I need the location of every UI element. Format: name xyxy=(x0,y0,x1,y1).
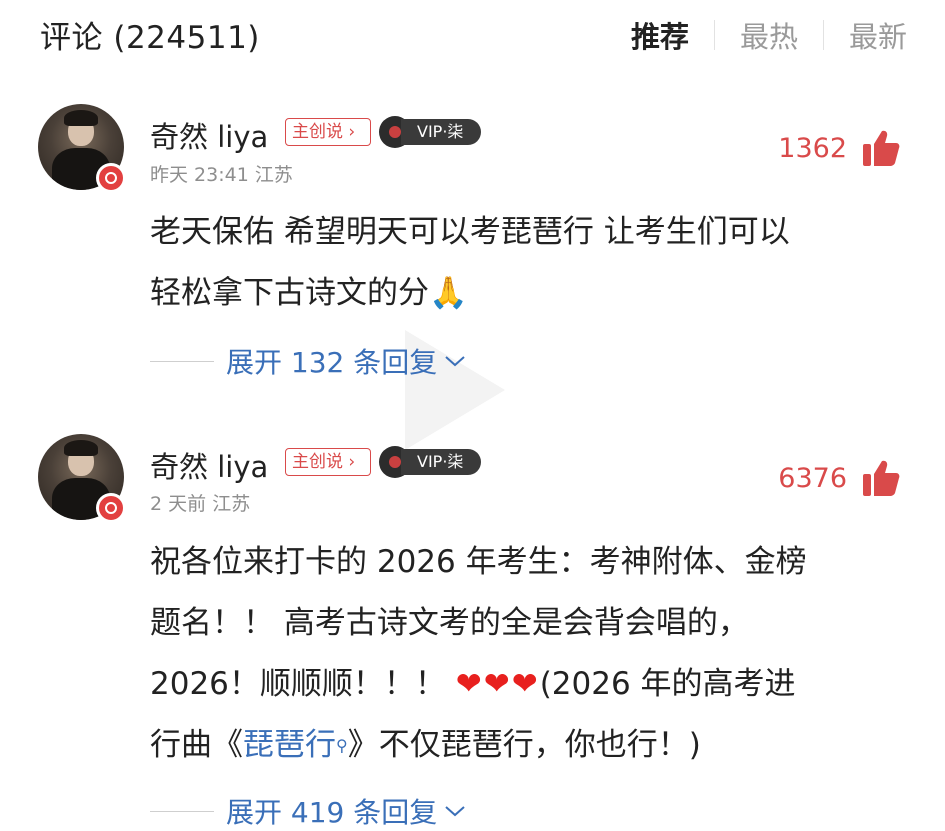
heart-emoji: ❤❤❤ xyxy=(455,666,540,702)
comment-location: 江苏 xyxy=(254,164,293,186)
comment-line: 题名！！ 高考古诗文考的全是会背会唱的， xyxy=(150,605,749,641)
chevron-right-icon: › xyxy=(343,452,356,472)
vip-label: VIP·柒 xyxy=(401,119,481,145)
expand-replies-button[interactable]: 展开 419 条回复 xyxy=(150,791,467,831)
username[interactable]: 奇然 liya xyxy=(150,114,268,156)
pray-emoji: 🙏 xyxy=(429,275,468,311)
vip-badge[interactable]: VIP·柒 xyxy=(379,116,481,148)
author-tag-label: 主创说 xyxy=(292,122,343,142)
comment-line: 老天保佑 希望明天可以考琵琶行 让考生们可以 xyxy=(150,214,790,250)
chevron-right-icon: › xyxy=(343,122,356,142)
tab-recommended[interactable]: 推荐 xyxy=(631,14,689,56)
comments-header: 评论 (224511) 推荐 最热 最新 xyxy=(0,0,945,70)
comment-text: 祝各位来打卡的 2026 年考生：考神附体、金榜 题名！！ 高考古诗文考的全是会… xyxy=(150,532,910,776)
comments-title: 评论 (224511) xyxy=(40,20,260,56)
chevron-down-icon xyxy=(445,806,465,817)
thumb-up-icon xyxy=(863,130,900,166)
netease-badge-icon xyxy=(96,493,126,523)
expand-replies-label: 展开 419 条回复 xyxy=(226,796,438,829)
thumb-up-icon xyxy=(863,460,900,496)
comment-meta: 昨天 23:41 江苏 xyxy=(150,160,293,187)
comment-line: 祝各位来打卡的 2026 年考生：考神附体、金榜 xyxy=(150,544,807,580)
netease-badge-icon xyxy=(96,163,126,193)
comment-line: 轻松拿下古诗文的分🙏 xyxy=(150,275,468,311)
tab-hottest[interactable]: 最热 xyxy=(740,14,798,56)
sort-tabs: 推荐 最热 最新 xyxy=(631,14,907,56)
comment-time: 昨天 23:41 xyxy=(150,164,249,186)
comment-text: 老天保佑 希望明天可以考琵琶行 让考生们可以 轻松拿下古诗文的分🙏 xyxy=(150,202,910,324)
divider-line xyxy=(150,360,214,362)
like-count: 6376 xyxy=(778,462,847,494)
author-tag[interactable]: 主创说 › xyxy=(285,118,371,146)
like-button[interactable]: 1362 xyxy=(778,128,901,168)
comment-location: 江苏 xyxy=(212,493,251,515)
comment-meta: 2 天前 江苏 xyxy=(150,489,250,516)
tab-divider xyxy=(822,20,824,50)
like-count: 1362 xyxy=(778,132,847,164)
author-tag[interactable]: 主创说 › xyxy=(285,448,371,476)
tab-divider xyxy=(713,20,715,50)
tab-newest[interactable]: 最新 xyxy=(849,14,907,56)
song-link[interactable]: 琵琶行 xyxy=(243,727,336,763)
expand-replies-label: 展开 132 条回复 xyxy=(226,346,438,379)
expand-replies-button[interactable]: 展开 132 条回复 xyxy=(150,341,467,381)
vip-label: VIP·柒 xyxy=(401,449,481,475)
comment-line: 行曲《琵琶行⚲》不仅琵琶行，你也行！) xyxy=(150,715,910,776)
comment-line: 2026！顺顺顺！！！ ❤❤❤(2026 年的高考进 xyxy=(150,666,796,702)
like-button[interactable]: 6376 xyxy=(778,458,901,498)
author-tag-label: 主创说 xyxy=(292,452,343,472)
vip-badge[interactable]: VIP·柒 xyxy=(379,446,481,478)
search-icon[interactable]: ⚲ xyxy=(336,715,348,776)
comment-time: 2 天前 xyxy=(150,493,207,515)
divider-line xyxy=(150,810,214,812)
chevron-down-icon xyxy=(445,356,465,367)
username[interactable]: 奇然 liya xyxy=(150,444,268,486)
